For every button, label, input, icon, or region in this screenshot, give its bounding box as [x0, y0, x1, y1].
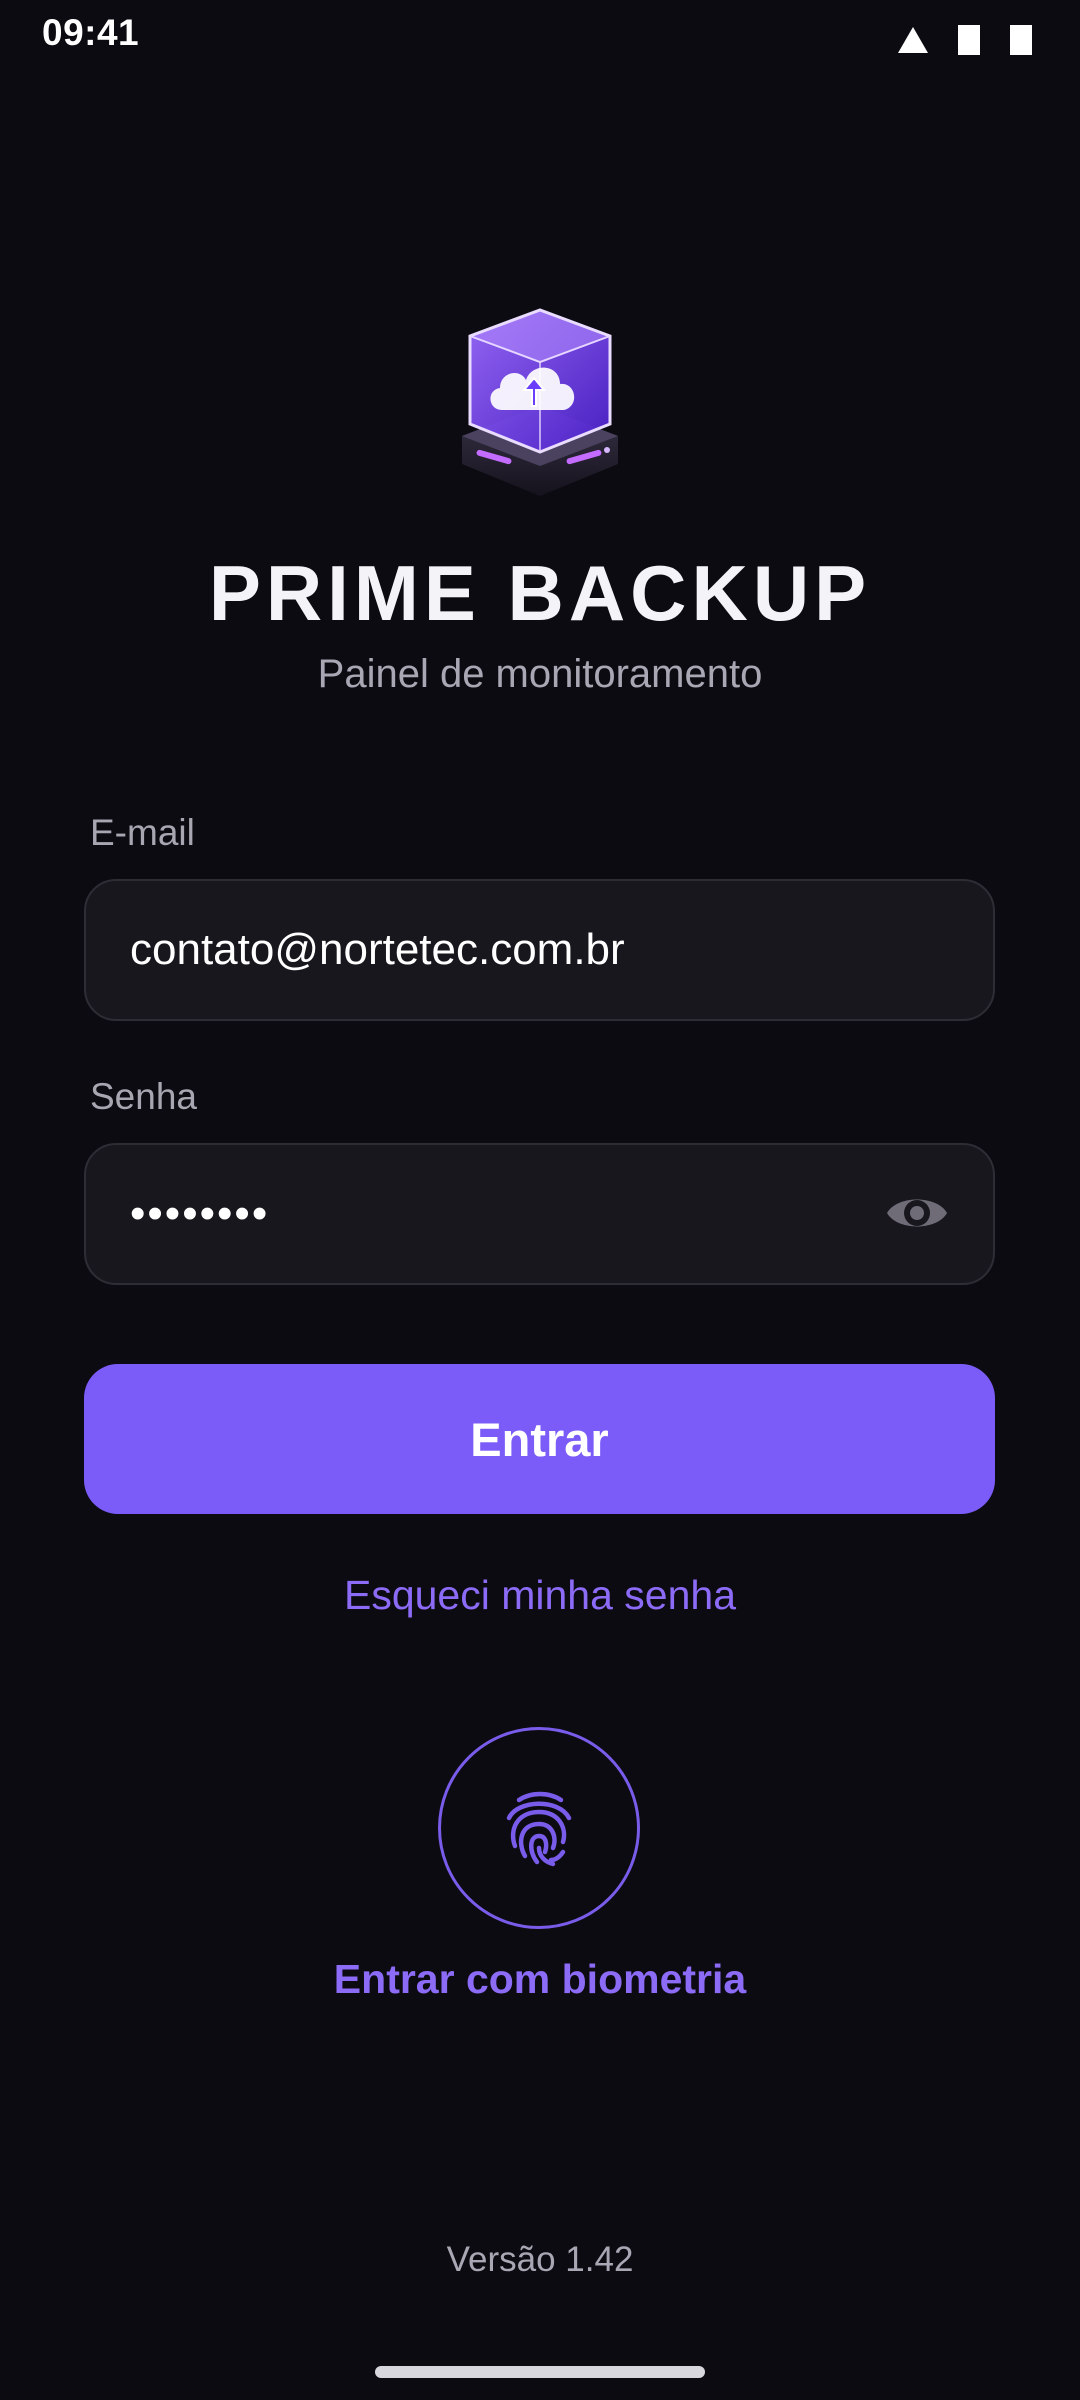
login-button[interactable]: Entrar: [84, 1364, 995, 1514]
status-time: 09:41: [42, 12, 140, 53]
email-field[interactable]: contato@nortetec.com.br: [84, 879, 995, 1021]
battery-icon: [1010, 25, 1032, 55]
home-indicator[interactable]: [375, 2366, 705, 2378]
app-title: PRIME BACKUP: [208, 549, 872, 637]
version-text: Versão 1.42: [446, 2240, 634, 2279]
email-value: contato@nortetec.com.br: [130, 925, 625, 974]
wifi-icon: [958, 25, 980, 55]
password-field[interactable]: ••••••••: [84, 1143, 995, 1285]
signal-icon: [898, 27, 928, 53]
status-icons: [898, 22, 1032, 58]
app-logo: [462, 306, 618, 496]
biometric-button[interactable]: [438, 1727, 640, 1929]
email-label: E-mail: [90, 812, 195, 853]
biometric-label[interactable]: Entrar com biometria: [0, 1956, 1080, 2003]
eye-icon: [887, 1199, 947, 1227]
password-label: Senha: [90, 1076, 197, 1117]
app-subtitle: Painel de monitoramento: [317, 652, 763, 696]
fingerprint-icon: [506, 1791, 572, 1867]
forgot-password-link[interactable]: Esqueci minha senha: [0, 1572, 1080, 1619]
password-value: ••••••••: [130, 1189, 270, 1238]
password-visibility-toggle[interactable]: [885, 1185, 949, 1241]
cloud-upload-cube-logo: [462, 308, 618, 496]
